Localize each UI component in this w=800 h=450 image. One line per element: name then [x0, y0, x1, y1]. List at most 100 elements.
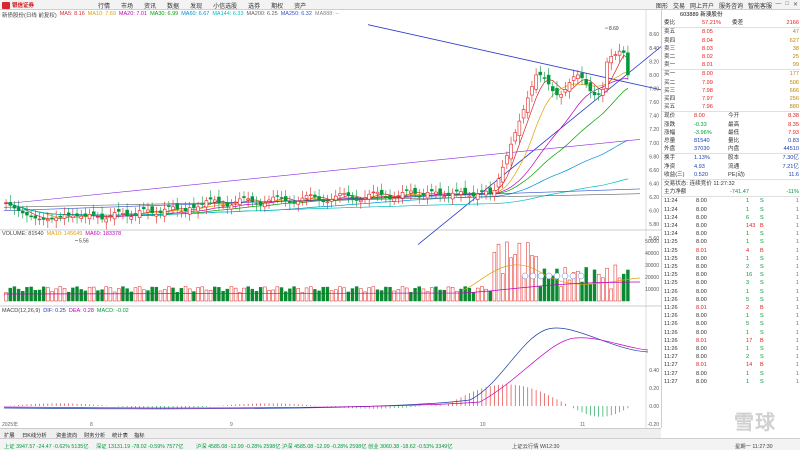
panel-text: B — [760, 305, 764, 311]
maximize-button[interactable]: □ — [785, 1, 789, 8]
panel-text: 14 — [746, 362, 753, 369]
candle-body — [588, 82, 593, 92]
candle-body — [117, 209, 121, 212]
menu-item[interactable]: 网上开户 — [690, 1, 714, 10]
candle-body — [196, 206, 200, 212]
price-axis-label: 7.20 — [649, 127, 659, 133]
tick-row: 11:26 8.01 17 B 1 — [662, 338, 800, 344]
candle-body — [534, 74, 538, 90]
panel-text: 11:24 — [664, 198, 678, 205]
macd-legend: MACD(12,26,9) DIF: 0.25 DEA: 0.28 MACD: … — [2, 308, 129, 314]
candle-body — [238, 198, 242, 205]
volume-bar — [538, 286, 542, 302]
menu-item[interactable]: 市场 — [121, 1, 133, 10]
volume-bar — [492, 252, 497, 302]
candle-body — [617, 50, 622, 56]
close-button[interactable]: ✕ — [793, 1, 798, 8]
index-hs300-a[interactable]: 沪深 4585.08 -12.99 -0.28% 2598亿 — [196, 442, 281, 450]
menu-item[interactable]: 交易 — [673, 1, 685, 10]
menu-item[interactable]: 资产 — [294, 1, 306, 10]
candle-body — [129, 216, 134, 220]
panel-text: 1 — [746, 346, 750, 352]
candle-body — [442, 196, 447, 199]
candle-body — [146, 209, 150, 213]
menu-item[interactable]: 选券 — [248, 1, 260, 10]
candle-body — [100, 213, 104, 220]
menu-item[interactable]: 期权 — [271, 1, 283, 10]
index-hs300-b[interactable]: 沪深 4585.08 -12.99 -0.28% 2598亿 — [282, 442, 367, 450]
volume-bar — [617, 277, 622, 302]
date-label: 2025年 — [2, 421, 18, 428]
panel-text: 8.04 — [702, 37, 713, 44]
candle-body — [204, 200, 209, 208]
panel-text: 8.00 — [696, 288, 707, 295]
volume-bar — [580, 281, 584, 302]
index-sz[interactable]: 深证 13131.19 -78.02 -0.59% 7577亿 — [96, 442, 183, 450]
macd-axis-label: 0.00 — [649, 404, 659, 410]
panel-text: 换手 — [664, 155, 676, 162]
volume-bar — [546, 275, 551, 302]
panel-text: S — [760, 214, 764, 221]
index-cyb[interactable]: 创业 3060.38 -18.62 -0.53% 3349亿 — [368, 442, 453, 450]
stat-row: 涨幅 -3.96% 最低 7.93 — [662, 130, 800, 136]
menu-item[interactable]: 数据 — [167, 1, 179, 10]
kline-chart-svg[interactable]: 8.60 8.40 8.20 8.00 7.80 7.60 7.40 7.20 7.00 6.80… — [0, 10, 661, 428]
price-axis-label: 7.00 — [649, 141, 659, 147]
candle-body — [283, 196, 288, 201]
panel-text: 11:25 — [664, 280, 678, 287]
candle-body — [546, 74, 551, 85]
volume-bar — [417, 286, 421, 302]
candle-body — [308, 194, 313, 196]
panel-text: 8.00 — [702, 71, 713, 78]
volume-bar — [142, 289, 146, 302]
minimize-button[interactable]: — — [775, 1, 781, 8]
panel-text: 涨跌 — [664, 121, 676, 128]
panel-text: 8.00 — [696, 231, 707, 238]
candle-body — [221, 205, 225, 207]
panel-text: 666 — [789, 87, 799, 94]
volume-bar — [421, 288, 426, 302]
candle-body — [626, 52, 630, 76]
macd-axis-label: 0.40 — [649, 368, 659, 374]
menu-item[interactable]: 图形 — [656, 1, 668, 10]
menu-item[interactable]: 发现 — [190, 1, 202, 10]
candle-body — [75, 213, 79, 217]
menu-item[interactable]: 智能客服 — [748, 1, 772, 10]
legend-ma20: MA20: 7.01 — [118, 11, 148, 17]
index-sh[interactable]: 上证 3947.57 -24.47 -0.62% 5135亿 — [4, 442, 89, 450]
volume-bar — [501, 273, 505, 302]
candle-body — [66, 212, 71, 216]
trend-line — [367, 24, 661, 91]
candle-body — [125, 209, 129, 217]
ask-row: 卖一 8.01 99 — [662, 62, 800, 68]
panel-text: S — [760, 264, 764, 270]
menu-item[interactable]: 小信选股 — [213, 1, 237, 10]
panel-text: 7.97 — [702, 96, 713, 102]
panel-text: S — [760, 288, 764, 295]
volume-bar — [50, 291, 54, 302]
volume-bar — [592, 269, 597, 302]
panel-text: 11:26 — [664, 346, 678, 352]
app-logo: 银信证券 — [2, 1, 34, 9]
panel-text: 11:26 — [664, 305, 678, 311]
candle-body — [29, 215, 33, 218]
panel-text: 卖一 — [664, 62, 676, 69]
candle-body — [384, 196, 388, 198]
candle-body — [329, 199, 334, 202]
panel-text: 17 — [746, 337, 753, 344]
legend-volume-ma10: MA10: 145649 — [46, 231, 83, 237]
menu-item[interactable]: 行情 — [98, 1, 110, 10]
menu-item[interactable]: 资讯 — [144, 1, 156, 10]
chart-tool-icon — [561, 272, 569, 280]
candle-body — [108, 215, 113, 217]
legend-ma144: MA144: 6.33 — [212, 11, 244, 17]
menu-item[interactable]: 服务咨询 — [719, 1, 743, 10]
volume-bar — [96, 290, 100, 302]
app-name: 银信证券 — [12, 3, 35, 9]
kline-chart-area[interactable]: 8.60 8.40 8.20 8.00 7.80 7.60 7.40 7.20 7.00 6.80… — [0, 10, 661, 428]
candle-body — [41, 217, 46, 220]
candle-body — [271, 196, 275, 202]
panel-text: 2 — [746, 354, 750, 361]
stat-row: 涨跌 -0.33 最高 8.35 — [662, 122, 800, 128]
candle-body — [212, 199, 217, 203]
